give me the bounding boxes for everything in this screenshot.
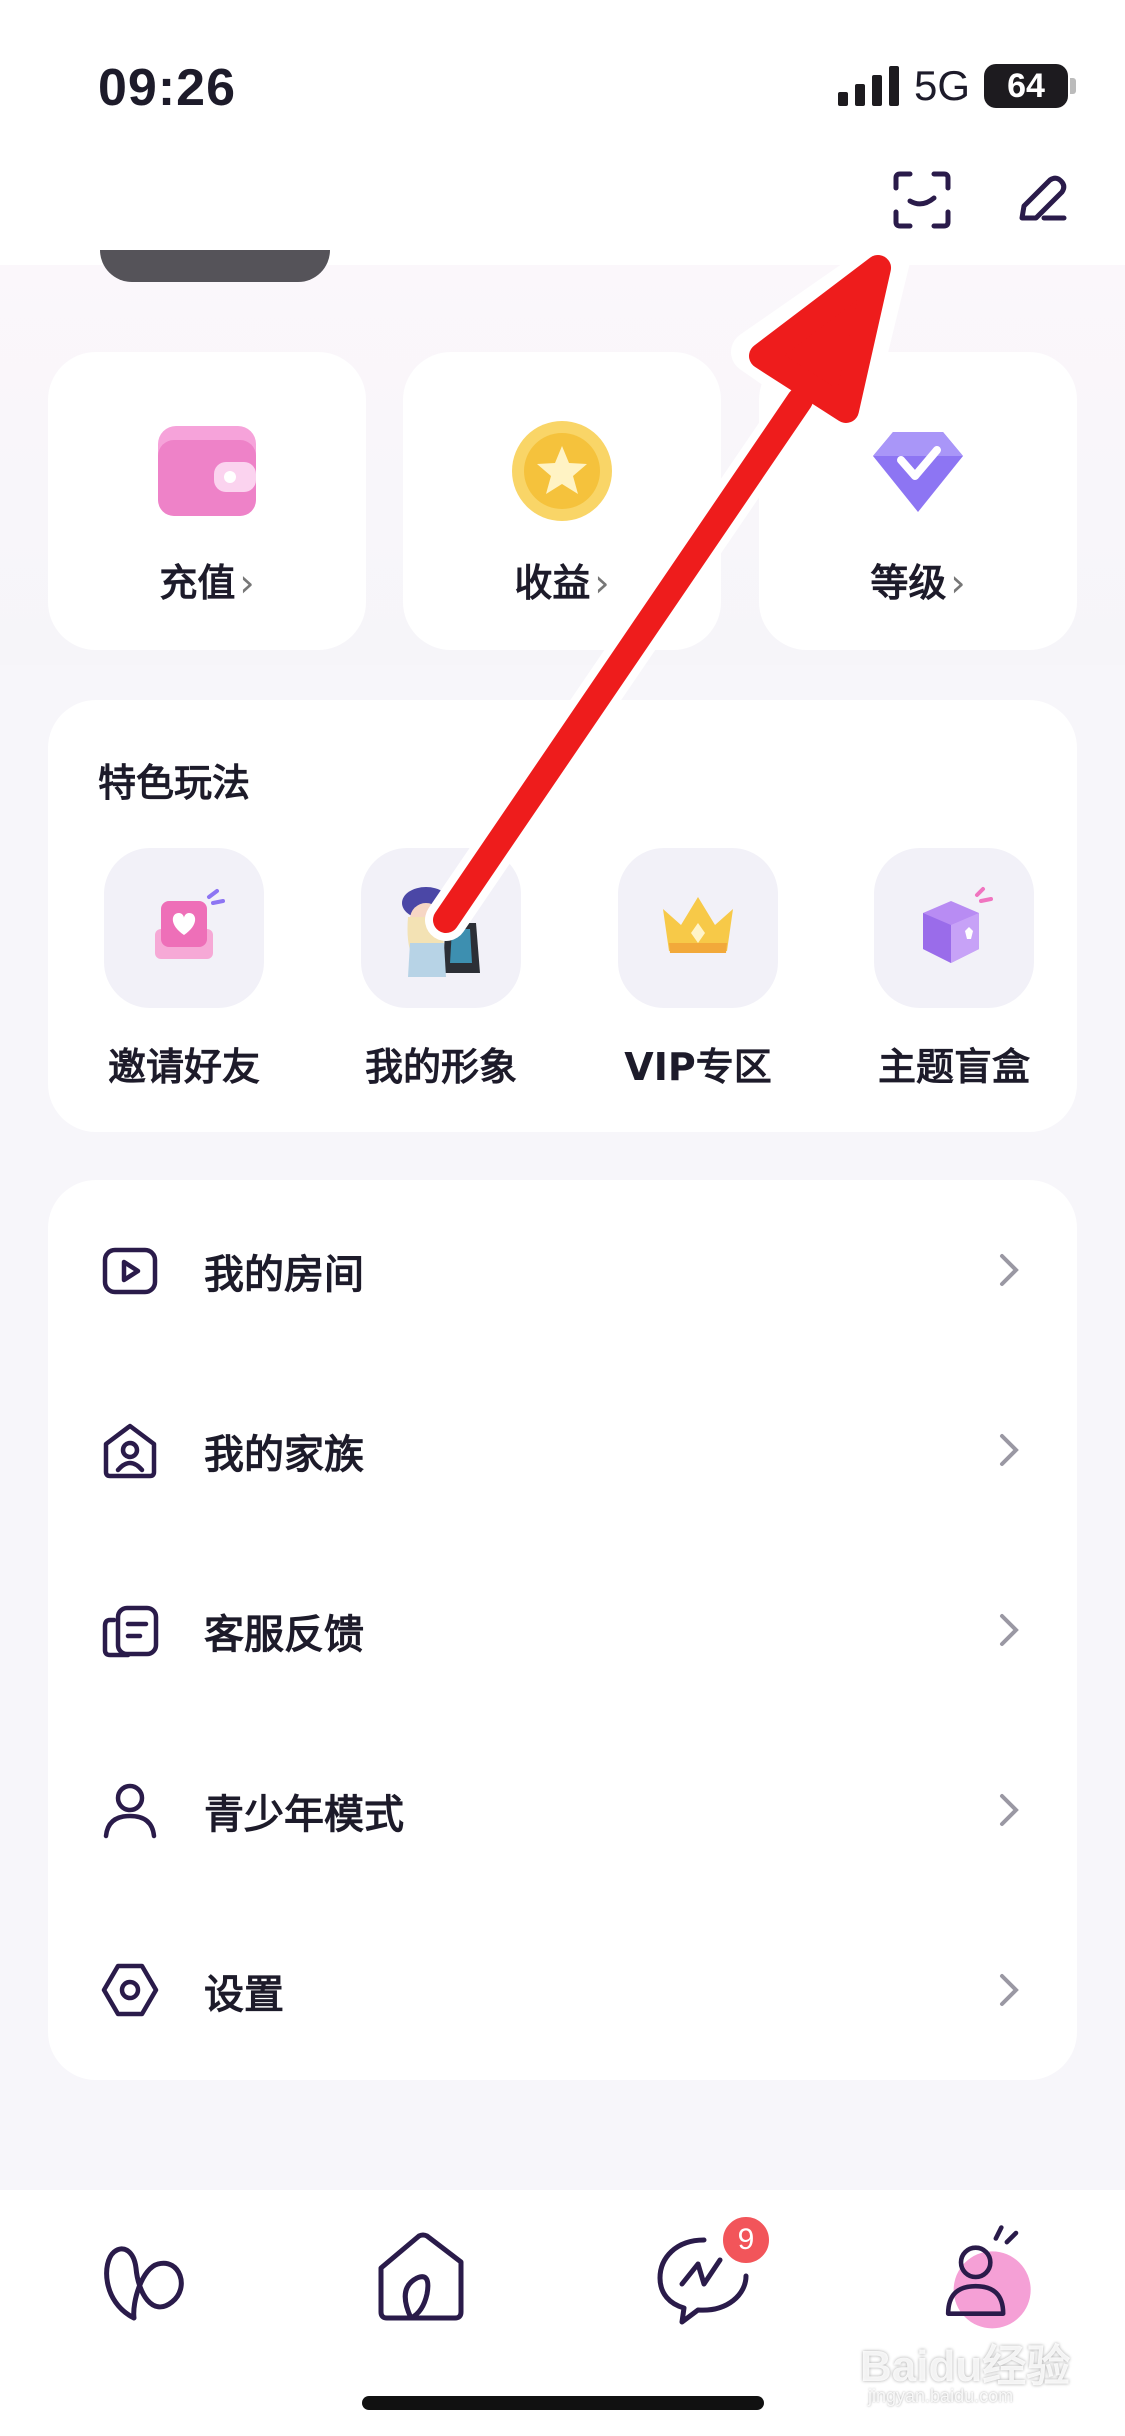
scan-icon[interactable] bbox=[890, 168, 954, 232]
features-title: 特色玩法 bbox=[98, 761, 251, 805]
quick-label-text: 充值 bbox=[159, 561, 236, 605]
chevron-right-icon bbox=[1000, 1614, 1019, 1646]
menu-label: 我的房间 bbox=[204, 1252, 364, 1298]
menu-item-my-family[interactable]: 我的家族 bbox=[48, 1360, 1077, 1540]
network-type: 5G bbox=[914, 62, 971, 109]
edit-icon[interactable] bbox=[1010, 168, 1074, 232]
menu-item-my-room[interactable]: 我的房间 bbox=[48, 1180, 1077, 1360]
settings-menu: 我的房间 我的家族 客服反馈 青少年模式 设置 bbox=[48, 1180, 1077, 2080]
person-icon bbox=[103, 1783, 157, 1839]
feature-vip-zone[interactable]: VIP专区 bbox=[578, 848, 818, 1098]
menu-label: 我的家族 bbox=[204, 1432, 364, 1478]
invite-heart-icon bbox=[155, 889, 225, 959]
profile-tab-icon[interactable] bbox=[928, 2222, 1038, 2332]
profile-card-edge bbox=[100, 250, 330, 282]
menu-item-customer-feedback[interactable]: 客服反馈 bbox=[48, 1540, 1077, 1720]
chevron-right-icon: › bbox=[594, 561, 610, 605]
chevron-right-icon: › bbox=[950, 561, 966, 605]
earnings-card[interactable]: 收益 › bbox=[403, 352, 721, 650]
chevron-right-icon bbox=[1000, 1974, 1019, 2006]
menu-label: 青少年模式 bbox=[204, 1792, 404, 1838]
feature-tile bbox=[361, 848, 521, 1008]
level-card[interactable]: 等级 › bbox=[759, 352, 1077, 650]
home-indicator[interactable] bbox=[362, 2396, 764, 2410]
watermark-logo: Baidu经验 bbox=[860, 2342, 1071, 2391]
battery-tip bbox=[1070, 78, 1076, 94]
menu-label: 设置 bbox=[204, 1972, 284, 2018]
feature-label: 邀请好友 bbox=[107, 1045, 260, 1089]
chevron-right-icon bbox=[1000, 1434, 1019, 1466]
chevron-right-icon bbox=[1000, 1254, 1019, 1286]
header-background bbox=[0, 0, 1125, 265]
chevron-right-icon bbox=[1000, 1794, 1019, 1826]
room-play-icon bbox=[102, 1247, 158, 1295]
feature-label: VIP专区 bbox=[624, 1045, 772, 1089]
battery-icon: 64 bbox=[984, 64, 1068, 108]
wallet-icon bbox=[158, 426, 256, 516]
feature-label: 主题盲盒 bbox=[877, 1045, 1030, 1089]
feedback-card-icon bbox=[102, 1605, 159, 1658]
recharge-card[interactable]: 充值 › bbox=[48, 352, 366, 650]
feature-tile bbox=[874, 848, 1034, 1008]
crown-icon bbox=[663, 897, 733, 953]
menu-label: 客服反馈 bbox=[204, 1612, 364, 1658]
signal-icon bbox=[838, 66, 899, 106]
feature-tile bbox=[104, 848, 264, 1008]
features-section: 特色玩法 邀请好友 我的形象 VIP专区 主题盲盒 bbox=[48, 700, 1077, 1132]
menu-item-teen-mode[interactable]: 青少年模式 bbox=[48, 1720, 1077, 1900]
star-coin-icon bbox=[512, 421, 612, 521]
watermark-url: jingyan.baidu.com bbox=[868, 2386, 1014, 2406]
home-tab-icon[interactable] bbox=[367, 2222, 477, 2332]
chevron-right-icon: › bbox=[239, 561, 255, 605]
message-badge: 9 bbox=[720, 2214, 772, 2266]
family-house-icon bbox=[103, 1423, 157, 1479]
menu-item-settings[interactable]: 设置 bbox=[48, 1900, 1077, 2080]
avatar-figure-icon bbox=[402, 887, 480, 977]
heart-tab-icon[interactable] bbox=[92, 2222, 202, 2332]
feature-theme-blind-box[interactable]: 主题盲盒 bbox=[834, 848, 1074, 1098]
quick-label-text: 等级 bbox=[870, 561, 947, 605]
status-time: 09:26 bbox=[98, 59, 236, 117]
feature-tile bbox=[618, 848, 778, 1008]
feature-label: 我的形象 bbox=[364, 1045, 517, 1089]
battery-level: 64 bbox=[1007, 66, 1045, 105]
feature-my-avatar[interactable]: 我的形象 bbox=[321, 848, 561, 1098]
settings-hex-icon bbox=[101, 1963, 159, 2017]
feature-invite-friends[interactable]: 邀请好友 bbox=[64, 848, 304, 1098]
blind-box-icon bbox=[923, 887, 993, 963]
quick-label-text: 收益 bbox=[514, 561, 591, 605]
diamond-badge-icon bbox=[873, 432, 963, 512]
